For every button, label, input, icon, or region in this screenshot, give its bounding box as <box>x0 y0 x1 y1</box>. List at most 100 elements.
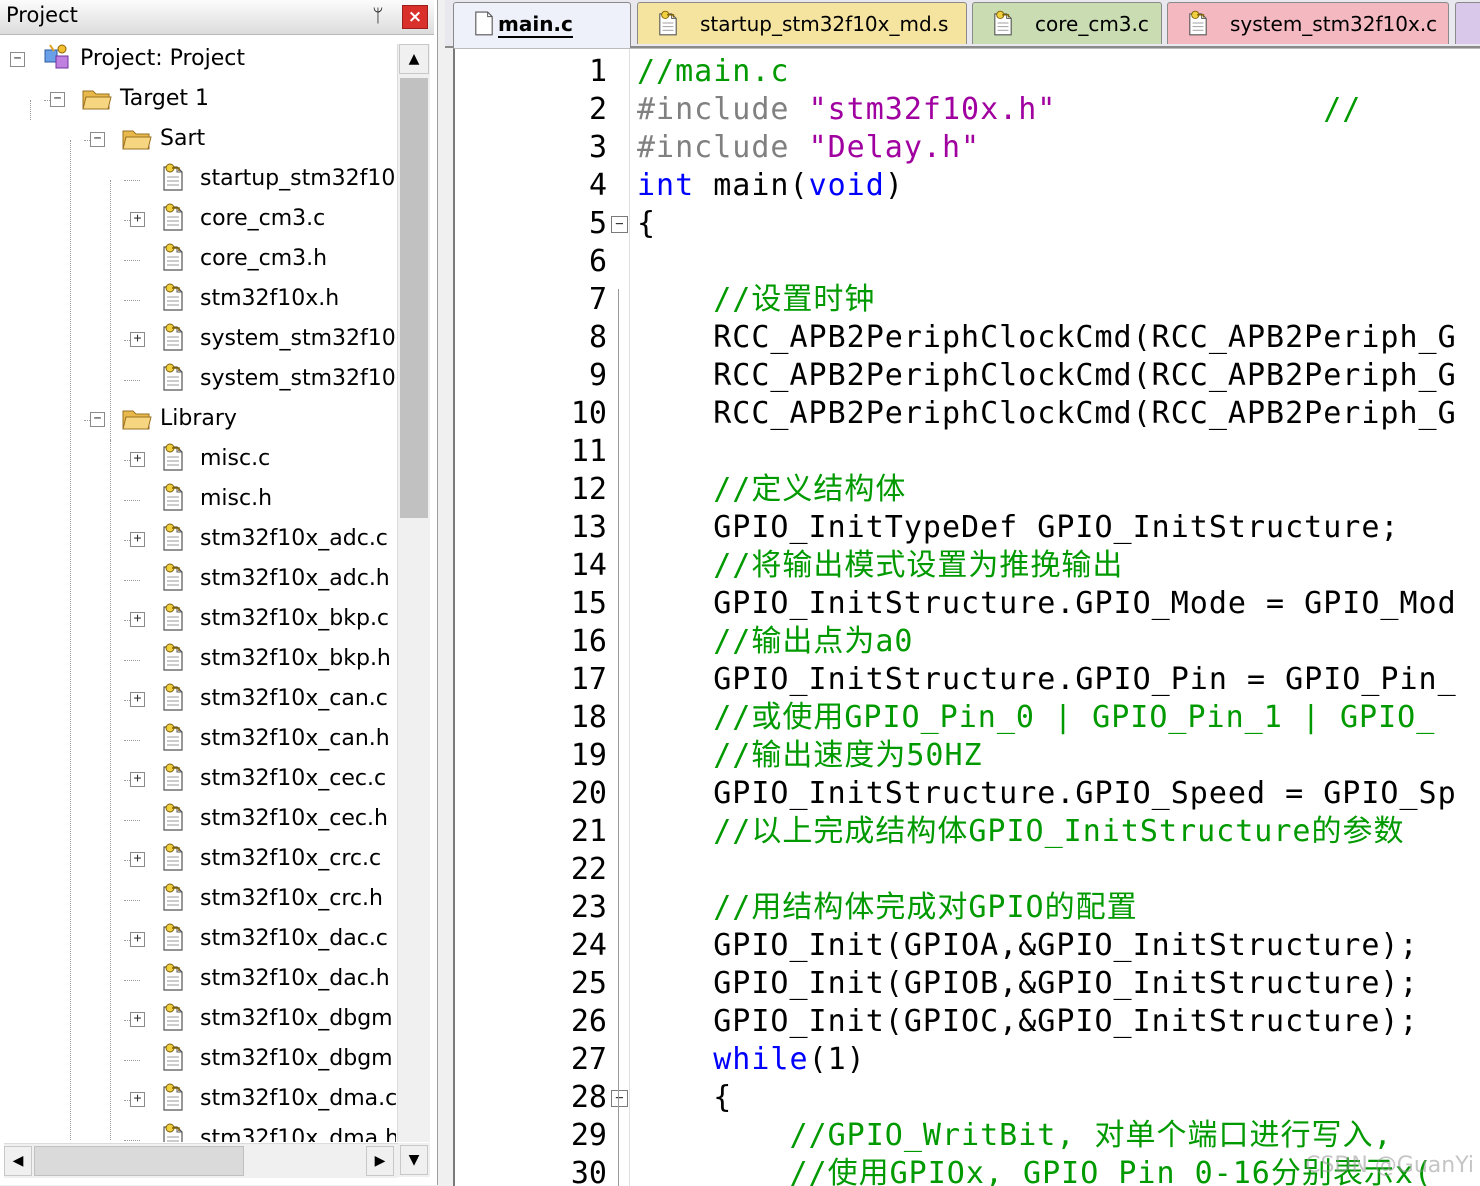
tree-file-item[interactable]: stm32f10x_can.h <box>6 720 396 760</box>
tree-file-item[interactable]: + stm32f10x_adc.c <box>6 520 396 560</box>
code-line: #include "stm32f10x.h" // <box>637 91 1361 129</box>
expand-icon[interactable]: + <box>130 1092 145 1107</box>
fold-collapse-icon[interactable]: − <box>611 216 628 233</box>
close-icon[interactable]: × <box>402 5 428 29</box>
tree-file-item[interactable]: misc.h <box>6 480 396 520</box>
code-line: //或使用GPIO_Pin_0 | GPIO_Pin_1 | GPIO_ <box>637 699 1435 737</box>
tree-file-item[interactable]: + stm32f10x_can.c <box>6 680 396 720</box>
code-line: //定义结构体 <box>637 471 906 509</box>
expand-icon[interactable]: + <box>130 772 145 787</box>
code-token: GPIO_InitStructure.GPIO_Mode = GPIO_Mod <box>637 586 1457 621</box>
scroll-down-arrow-icon[interactable]: ▼ <box>400 1145 428 1175</box>
fold-collapse-icon[interactable]: − <box>611 1090 628 1107</box>
code-token: //输出速度为50HZ <box>637 738 983 773</box>
editor-tab[interactable]: system_stm32f10x.c <box>1167 2 1449 44</box>
code-token: //输出点为a0 <box>637 624 914 659</box>
tree-file-item[interactable]: + stm32f10x_dac.c <box>6 920 396 960</box>
tree-item-label: stm32f10x_crc.h <box>200 886 383 911</box>
tree-project-item[interactable]: − Project: Project <box>6 40 396 80</box>
tree-item-label: stm32f10x.h <box>200 286 340 311</box>
tree-item-label: core_cm3.h <box>200 246 328 271</box>
code-line: //设置时钟 <box>637 281 875 319</box>
expand-icon[interactable]: + <box>130 692 145 707</box>
tree-connector <box>124 180 140 181</box>
file-icon <box>162 523 184 551</box>
tree-file-item[interactable]: system_stm32f10x <box>6 360 396 400</box>
code-token: //或使用GPIO_Pin_0 | GPIO_Pin_1 | GPIO_ <box>637 700 1436 735</box>
tree-file-item[interactable]: + stm32f10x_crc.c <box>6 840 396 880</box>
tree-file-item[interactable]: core_cm3.h <box>6 240 396 280</box>
code-token: main( <box>694 168 809 203</box>
tree-file-item[interactable]: stm32f10x_adc.h <box>6 560 396 600</box>
code-line: GPIO_InitStructure.GPIO_Speed = GPIO_Sp <box>637 775 1457 813</box>
line-number: 14 <box>570 548 607 583</box>
code-token: GPIO_InitStructure.GPIO_Pin = GPIO_Pin_ <box>637 662 1457 697</box>
code-line: RCC_APB2PeriphClockCmd(RCC_APB2Periph_G <box>637 395 1457 433</box>
tree-file-item[interactable]: + stm32f10x_bkp.c <box>6 600 396 640</box>
file-icon <box>474 10 494 36</box>
pin-icon[interactable]: ᛘ <box>366 4 390 28</box>
vertical-scroll-thumb[interactable] <box>400 78 428 518</box>
expand-icon[interactable]: + <box>130 1012 145 1027</box>
tree-file-item[interactable]: stm32f10x_dac.h <box>6 960 396 1000</box>
tree-file-item[interactable]: + system_stm32f10x <box>6 320 396 360</box>
file-icon <box>162 323 184 351</box>
line-number: 24 <box>570 928 607 963</box>
code-token: while <box>713 1042 809 1077</box>
code-line: { <box>637 205 656 243</box>
code-line: //以上完成结构体GPIO_InitStructure的参数 <box>637 813 1404 851</box>
code-line: GPIO_Init(GPIOA,&GPIO_InitStructure); <box>637 927 1419 965</box>
scroll-right-arrow-icon[interactable]: ▶ <box>366 1146 394 1176</box>
scroll-up-arrow-icon[interactable]: ▲ <box>399 44 429 74</box>
tree-file-item[interactable]: + misc.c <box>6 440 396 480</box>
code-line: //用结构体完成对GPIO的配置 <box>637 889 1138 927</box>
editor-tab[interactable]: main.c <box>453 2 631 48</box>
tree-file-item[interactable]: stm32f10x_crc.h <box>6 880 396 920</box>
collapse-icon[interactable]: − <box>10 52 25 67</box>
tree-vertical-scrollbar[interactable]: ▲ <box>397 44 430 1142</box>
tree-folder-item[interactable]: − Library <box>6 400 396 440</box>
tree-file-item[interactable]: + stm32f10x_dma.c <box>6 1080 396 1120</box>
folder-icon <box>82 88 112 110</box>
tree-horizontal-scrollbar[interactable]: ◀ ▶ <box>4 1143 398 1178</box>
tree-target-item[interactable]: − Target 1 <box>6 80 396 120</box>
expand-icon[interactable]: + <box>130 852 145 867</box>
tree-folder-item[interactable]: − Sart <box>6 120 396 160</box>
expand-icon[interactable]: + <box>130 332 145 347</box>
expand-icon[interactable]: + <box>130 212 145 227</box>
expand-icon[interactable]: + <box>130 612 145 627</box>
code-line: GPIO_Init(GPIOC,&GPIO_InitStructure); <box>637 1003 1419 1041</box>
project-panel: Project ᛘ × − Project: Project − Target 1 − S… <box>0 0 438 1185</box>
horizontal-scroll-thumb[interactable] <box>34 1146 244 1176</box>
tree-file-item[interactable]: stm32f10x_cec.h <box>6 800 396 840</box>
scroll-left-arrow-icon[interactable]: ◀ <box>4 1146 32 1176</box>
editor-tab[interactable]: core_cm3.c <box>972 2 1162 44</box>
expand-icon[interactable]: + <box>130 452 145 467</box>
tree-file-item[interactable]: stm32f10x_dma.h <box>6 1120 396 1142</box>
tree-file-item[interactable]: startup_stm32f10x <box>6 160 396 200</box>
file-icon <box>162 483 184 511</box>
editor-tab[interactable] <box>1455 2 1480 44</box>
tree-file-item[interactable]: + core_cm3.c <box>6 200 396 240</box>
collapse-icon[interactable]: − <box>90 412 105 427</box>
tree-file-item[interactable]: stm32f10x_bkp.h <box>6 640 396 680</box>
tree-item-label: stm32f10x_cec.h <box>200 806 388 831</box>
tree-file-item[interactable]: stm32f10x.h <box>6 280 396 320</box>
line-number: 30 <box>570 1156 607 1186</box>
expand-icon[interactable]: + <box>130 532 145 547</box>
code-token: "stm32f10x.h" <box>808 92 1057 127</box>
editor-tab[interactable]: startup_stm32f10x_md.s <box>637 2 967 44</box>
code-line: RCC_APB2PeriphClockCmd(RCC_APB2Periph_G <box>637 357 1457 395</box>
collapse-icon[interactable]: − <box>90 132 105 147</box>
editor-tab-label: startup_stm32f10x_md.s <box>700 12 949 36</box>
watermark: CSDN @GuanYi <box>1305 1153 1474 1178</box>
tree-file-item[interactable]: + stm32f10x_cec.c <box>6 760 396 800</box>
collapse-icon[interactable]: − <box>50 92 65 107</box>
tree-file-item[interactable]: stm32f10x_dbgm <box>6 1040 396 1080</box>
tree-file-item[interactable]: + stm32f10x_dbgm <box>6 1000 396 1040</box>
expand-icon[interactable]: + <box>130 932 145 947</box>
code-editor[interactable]: 1 2 3 4 5 6 7 8 9 10 11 12 13 14 15 16 17 18 19 20 21 22 23 24 2… <box>453 48 1480 1186</box>
code-line: RCC_APB2PeriphClockCmd(RCC_APB2Periph_G <box>637 319 1457 357</box>
code-line: GPIO_InitStructure.GPIO_Mode = GPIO_Mod <box>637 585 1457 623</box>
